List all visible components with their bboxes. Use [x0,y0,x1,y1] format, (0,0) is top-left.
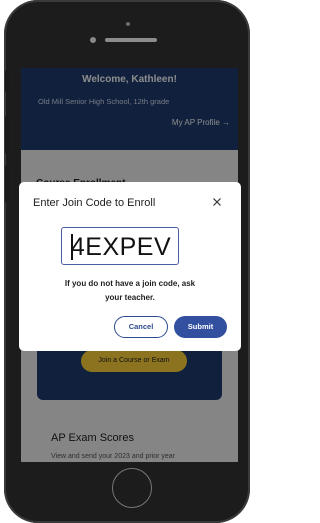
join-code-help: If you do not have a join code, ask your… [64,279,196,302]
submit-button[interactable]: Submit [174,316,227,338]
close-icon[interactable] [211,196,223,208]
volume-up-button [5,116,9,154]
sensor-dot [126,22,130,26]
front-camera [90,37,96,43]
cancel-button[interactable]: Cancel [114,316,168,338]
dialog-title: Enter Join Code to Enroll [33,197,156,209]
home-button[interactable] [112,468,152,508]
join-code-input[interactable]: 4EXPEV [61,227,179,265]
join-code-value[interactable]: 4EXPEV [62,228,180,266]
mute-switch [5,70,9,92]
text-caret [71,234,73,260]
earpiece-speaker [105,38,157,42]
join-code-dialog: Enter Join Code to Enroll 4EXPEV If you … [19,182,241,351]
volume-down-button [5,165,9,203]
